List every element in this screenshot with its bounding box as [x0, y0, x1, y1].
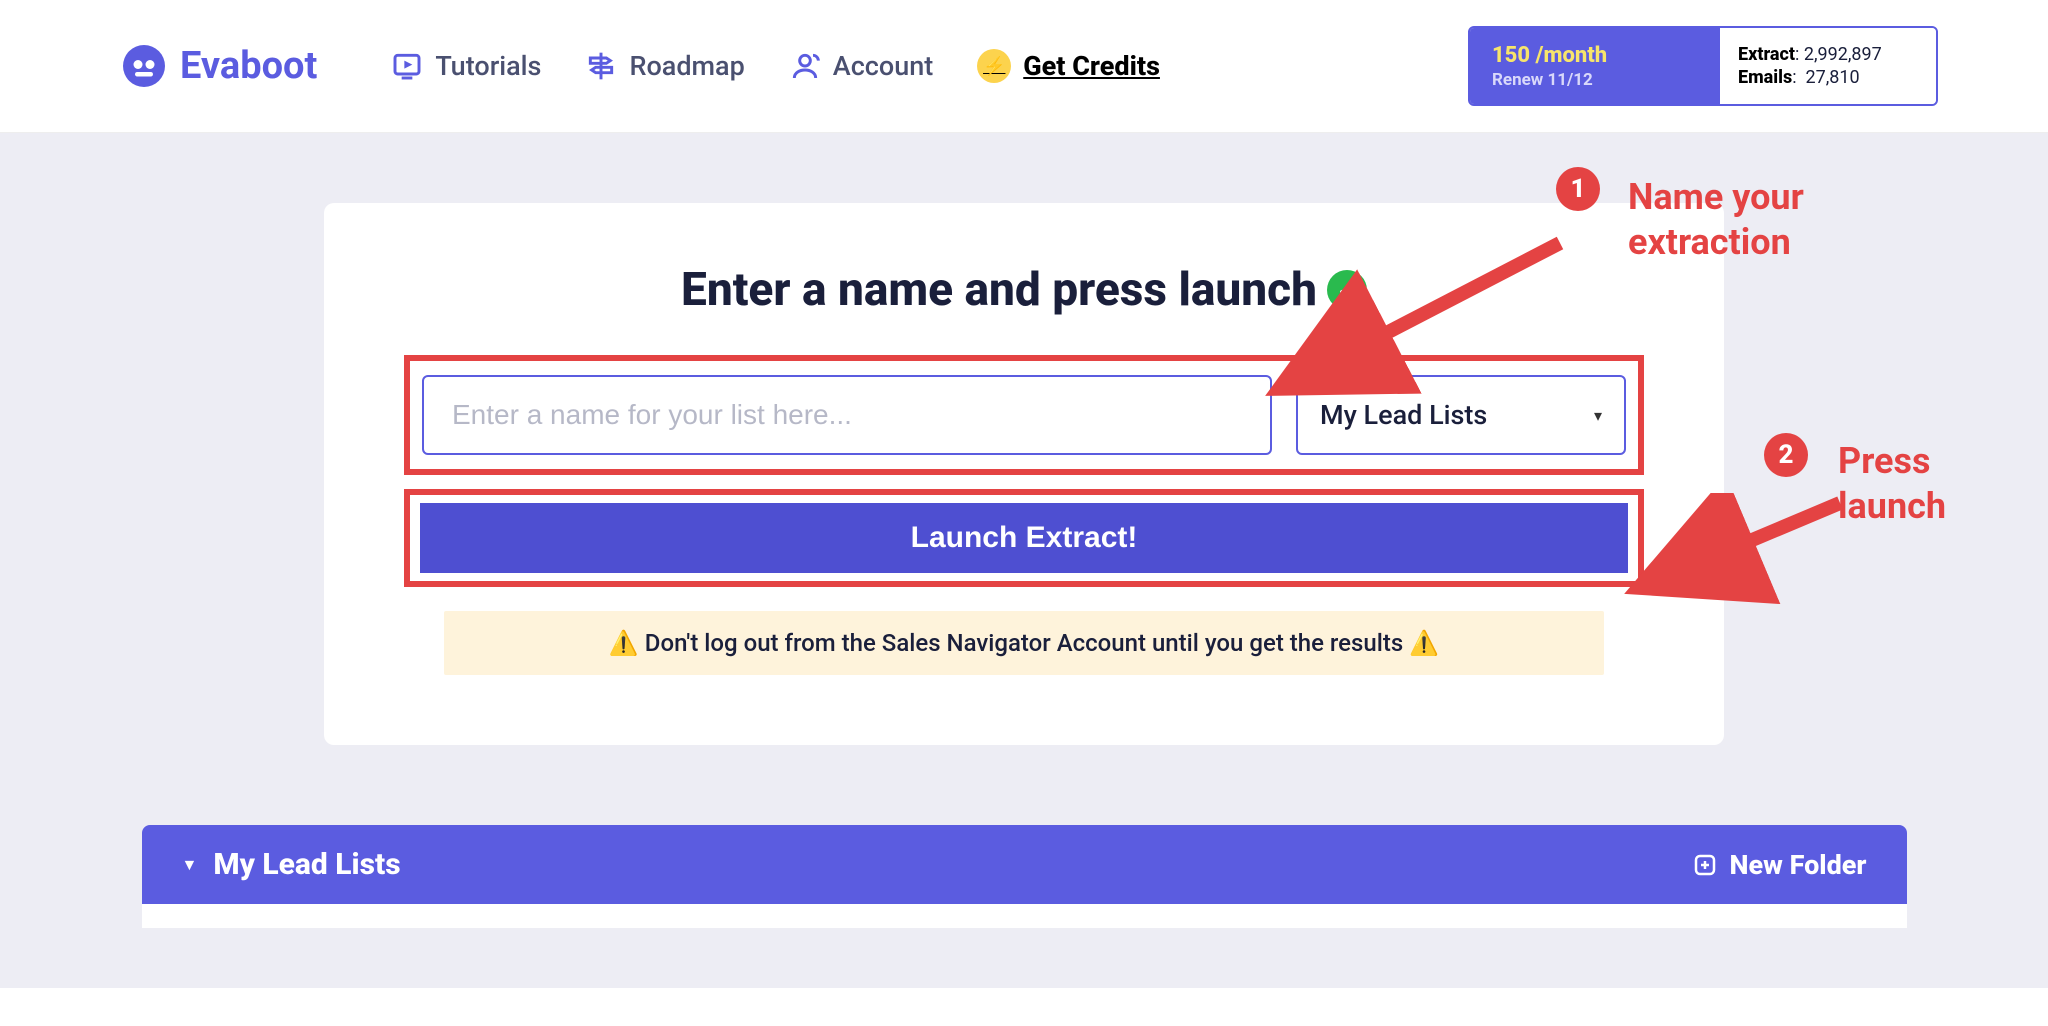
new-folder-button[interactable]: New Folder: [1693, 849, 1866, 881]
lead-lists-bar: ▼ My Lead Lists New Folder: [142, 825, 1907, 904]
plus-square-icon: [1693, 853, 1717, 877]
nav-get-credits[interactable]: ⚡ Get Credits: [977, 49, 1160, 83]
lead-lists-title: My Lead Lists: [213, 847, 400, 882]
warning-icon: ⚠️: [1409, 629, 1439, 657]
nav-roadmap-label: Roadmap: [629, 50, 744, 82]
launch-row-highlight: Launch Extract!: [404, 489, 1644, 587]
plan-extract-row: Extract: 2,992,897: [1738, 43, 1918, 66]
annotation-arrow-2: [1620, 493, 1860, 613]
signpost-icon: [585, 50, 617, 82]
lead-lists-body: [142, 904, 1907, 928]
plan-stats-box: Extract: 2,992,897 Emails: 27,810: [1720, 28, 1936, 104]
main-nav: Tutorials Roadmap Account ⚡ Get Credits: [391, 49, 1160, 83]
nav-roadmap[interactable]: Roadmap: [585, 50, 744, 82]
plan-quota-box: 150 /month Renew 11/12: [1470, 28, 1720, 104]
main-canvas: Enter a name and press launch ✓ My Lead …: [0, 133, 2048, 988]
launch-extract-button[interactable]: Launch Extract!: [420, 503, 1628, 573]
warning-icon: ⚠️: [609, 629, 639, 657]
nav-account[interactable]: Account: [789, 50, 933, 82]
annotation-text-1: Name yourextraction: [1628, 175, 1804, 265]
nav-tutorials-label: Tutorials: [435, 50, 541, 82]
plan-card[interactable]: 150 /month Renew 11/12 Extract: 2,992,89…: [1468, 26, 1938, 106]
top-navigation: Evaboot Tutorials Roadmap Account: [0, 0, 2048, 133]
caret-down-icon: ▼: [182, 855, 198, 875]
plan-emails-row: Emails: 27,810: [1738, 66, 1918, 89]
plan-quota: 150 /month: [1492, 43, 1698, 68]
account-refresh-icon: [789, 50, 821, 82]
brand-name: Evaboot: [180, 44, 317, 88]
warning-banner: ⚠️ Don't log out from the Sales Navigato…: [444, 611, 1604, 675]
lead-lists-toggle[interactable]: ▼ My Lead Lists: [182, 847, 401, 882]
list-name-input[interactable]: [422, 375, 1272, 455]
plan-summary: 150 /month Renew 11/12 Extract: 2,992,89…: [1468, 26, 1938, 106]
plan-renew: Renew 11/12: [1492, 70, 1698, 90]
annotation-arrow-1: [1250, 233, 1570, 433]
brand-logo[interactable]: Evaboot: [120, 42, 317, 90]
annotation-badge-1: 1: [1556, 167, 1600, 211]
annotation-badge-2: 2: [1764, 433, 1808, 477]
evaboot-logo-icon: [120, 42, 168, 90]
bolt-icon: ⚡: [977, 49, 1011, 83]
chevron-down-icon: ▾: [1594, 406, 1602, 425]
play-screen-icon: [391, 50, 423, 82]
nav-account-label: Account: [833, 50, 933, 82]
nav-get-credits-label: Get Credits: [1023, 50, 1160, 82]
new-folder-label: New Folder: [1729, 849, 1866, 881]
warning-text: Don't log out from the Sales Navigator A…: [645, 629, 1403, 657]
card-title-text: Enter a name and press launch: [681, 263, 1317, 317]
nav-tutorials[interactable]: Tutorials: [391, 50, 541, 82]
